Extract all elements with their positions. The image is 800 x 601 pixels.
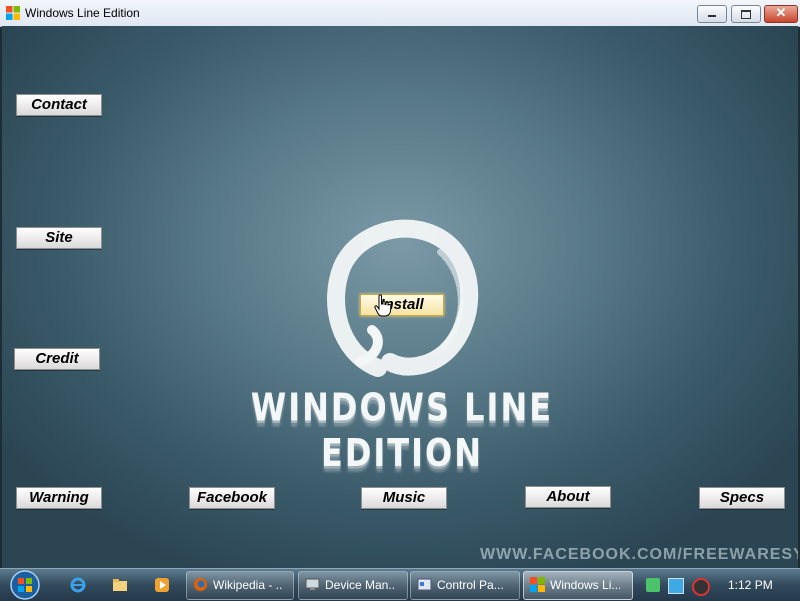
taskbar-item-label: Device Man... [325,578,395,592]
taskbar-item-control-panel[interactable]: Control Pa... [410,571,520,600]
taskbar-item-wikipedia[interactable]: Wikipedia - ... [186,571,294,600]
minimize-button[interactable] [697,5,727,23]
taskbar: Wikipedia - ... Device Man... Control Pa… [0,568,800,601]
minimize-icon [708,15,716,17]
taskbar-item-label: Windows Li... [550,578,620,592]
start-button[interactable] [6,569,44,601]
hand-cursor-icon [374,294,392,317]
facebook-watermark: WWW.FACEBOOK.COM/FREEWARESYS [480,546,798,563]
contact-button[interactable]: Contact [16,94,102,116]
app-canvas: Contact Site Credit Install WINDOWS LINE… [2,26,798,568]
control-panel-icon [417,578,432,591]
taskbar-item-label: Control Pa... [437,578,504,592]
about-button[interactable]: About [525,486,611,508]
maximize-button[interactable] [731,5,761,23]
credit-button[interactable]: Credit [14,348,100,370]
taskbar-item-label: Wikipedia - ... [213,578,283,592]
install-button[interactable]: Install [360,294,444,316]
taskbar-item-windows-line[interactable]: Windows Li... [523,571,633,600]
taskbar-item-device-manager[interactable]: Device Man... [298,571,408,600]
network-tray-icon[interactable] [646,578,660,592]
explorer-folder-icon[interactable] [112,577,128,593]
site-button[interactable]: Site [16,227,102,249]
firefox-icon [194,578,207,591]
specs-button[interactable]: Specs [699,487,785,509]
music-button[interactable]: Music [361,487,447,509]
media-player-icon[interactable] [154,577,170,593]
window-titlebar[interactable]: Windows Line Edition ✕ [0,0,800,27]
taskbar-clock[interactable]: 1:12 PM [728,578,773,592]
monitor-tray-icon[interactable] [668,578,684,594]
windows-line-icon [530,577,545,592]
maximize-icon [741,10,751,19]
internet-explorer-icon[interactable] [70,577,86,593]
device-manager-icon [305,578,320,590]
volume-tray-icon[interactable] [692,578,710,596]
windows-logo-icon [6,6,20,20]
close-button[interactable]: ✕ [764,5,798,23]
close-icon: ✕ [775,5,787,20]
logo-wordmark: WINDOWS LINE EDITION [250,384,554,476]
window-title: Windows Line Edition [25,6,140,20]
warning-button[interactable]: Warning [16,487,102,509]
facebook-button[interactable]: Facebook [189,487,275,509]
